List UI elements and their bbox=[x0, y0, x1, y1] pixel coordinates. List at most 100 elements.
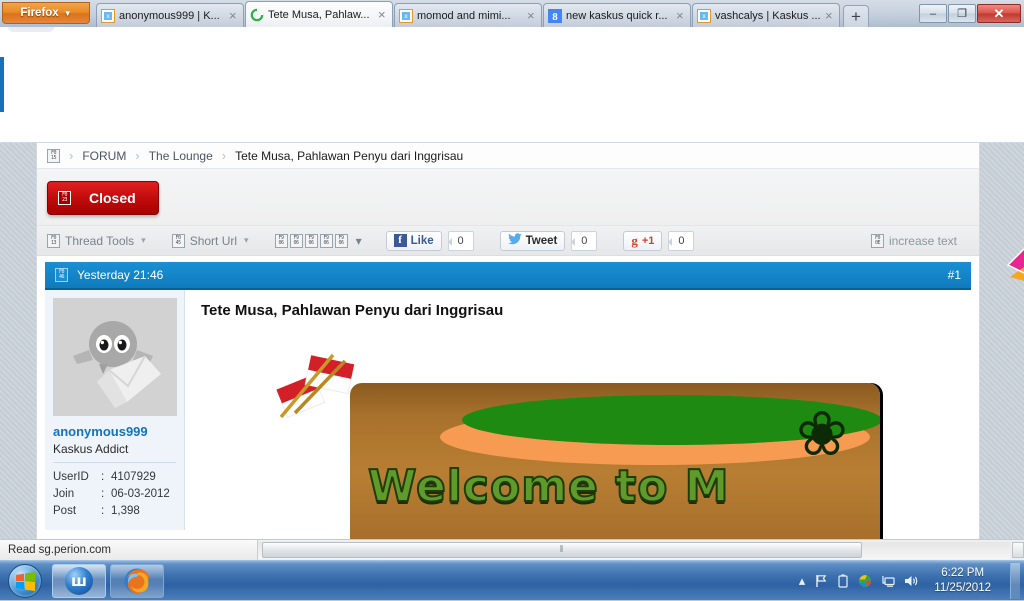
user-stat-userid-key: UserID bbox=[53, 471, 89, 483]
breadcrumb-item-forum[interactable]: FORUM bbox=[82, 149, 126, 163]
user-stat-post-key: Post bbox=[53, 505, 77, 517]
thread-tools-button[interactable]: F0 13 Thread Tools ▾ bbox=[47, 233, 146, 248]
loading-spinner-icon bbox=[250, 8, 264, 22]
closed-button[interactable]: F0 23 Closed bbox=[47, 181, 159, 215]
star-icon[interactable]: F9 06 bbox=[334, 233, 348, 248]
close-icon[interactable]: × bbox=[527, 9, 537, 22]
browser-tab-1[interactable]: Tete Musa, Pahlaw... × bbox=[245, 1, 393, 27]
close-icon[interactable]: × bbox=[378, 8, 388, 21]
thread-tools-label: Thread Tools bbox=[65, 233, 135, 248]
twitter-tweet-button[interactable]: Tweet bbox=[499, 230, 566, 251]
star-icon[interactable]: F9 06 bbox=[274, 233, 288, 248]
svg-text:x: x bbox=[106, 13, 110, 20]
network-icon[interactable] bbox=[881, 574, 895, 588]
post-number[interactable]: #1 bbox=[948, 268, 961, 282]
broken-image-icon: F0 23 bbox=[58, 191, 71, 205]
page-container: F0 15 › FORUM › The Lounge › Tete Musa, P… bbox=[36, 143, 980, 539]
broken-image-icon: F0 46 bbox=[55, 268, 68, 282]
firefox-menu-button[interactable]: Firefox ▼ bbox=[2, 2, 90, 24]
taskbar-clock[interactable]: 6:22 PM 11/25/2012 bbox=[928, 566, 997, 596]
google-plus-one-button[interactable]: g +1 bbox=[623, 230, 663, 251]
scrollbar-resize-grip[interactable] bbox=[1012, 541, 1024, 558]
clock-time: 6:22 PM bbox=[941, 566, 985, 579]
browser-tab-2[interactable]: x momod and mimi... × bbox=[394, 3, 542, 27]
close-button[interactable]: ✕ bbox=[977, 4, 1021, 23]
broken-image-icon: F0 45 bbox=[171, 233, 185, 248]
horizontal-scrollbar[interactable]: ⫴ bbox=[258, 539, 1024, 561]
banner-board: Welcome to M ❀ bbox=[350, 383, 880, 539]
svg-text:8: 8 bbox=[552, 11, 558, 23]
left-edge-blue-strip bbox=[0, 57, 4, 112]
scrollbar-thumb[interactable]: ⫴ bbox=[262, 541, 862, 558]
browser-tab-4-label: vashcalys | Kaskus ... bbox=[715, 9, 821, 22]
svg-text:x: x bbox=[702, 13, 706, 20]
post-body: anonymous999 Kaskus Addict UserID : 4107… bbox=[45, 290, 971, 539]
post-username[interactable]: anonymous999 bbox=[53, 424, 176, 439]
tab-list: x anonymous999 | K... × Tete Musa, Pahla… bbox=[96, 0, 911, 27]
facebook-like-unit: f Like 0 bbox=[385, 230, 474, 251]
page-edge-arrow-icon[interactable] bbox=[1004, 247, 1024, 287]
browser-tab-3-label: new kaskus quick r... bbox=[566, 9, 668, 22]
user-stat-post: Post : 1,398 bbox=[53, 503, 176, 520]
breadcrumb-item-the-lounge[interactable]: The Lounge bbox=[149, 149, 213, 163]
maximize-button[interactable]: ❐ bbox=[948, 4, 976, 23]
close-icon[interactable]: × bbox=[676, 9, 686, 22]
chevron-down-icon[interactable]: ▾ bbox=[356, 234, 362, 248]
closed-button-label: Closed bbox=[89, 190, 136, 206]
taskbar-item-firefox[interactable] bbox=[110, 563, 164, 598]
star-icon[interactable]: F9 06 bbox=[319, 233, 333, 248]
closed-button-row: F0 23 Closed bbox=[37, 179, 979, 225]
battery-icon[interactable] bbox=[837, 573, 849, 588]
google-plus-one-unit: g +1 0 bbox=[623, 230, 695, 251]
star-icon[interactable]: F9 06 bbox=[304, 233, 318, 248]
facebook-like-count: 0 bbox=[447, 230, 474, 251]
status-bar-text: Read sg.perion.com bbox=[0, 539, 258, 561]
close-icon[interactable]: × bbox=[825, 9, 835, 22]
star-icon[interactable]: F9 06 bbox=[289, 233, 303, 248]
broken-image-icon: F0 0E bbox=[870, 233, 884, 248]
clock-date: 11/25/2012 bbox=[934, 581, 991, 594]
user-stat-colon: : bbox=[101, 471, 105, 483]
minimize-button[interactable]: – bbox=[919, 4, 947, 23]
browser-tab-0-label: anonymous999 | K... bbox=[119, 9, 220, 22]
volume-icon[interactable] bbox=[904, 574, 919, 588]
browser-tab-3[interactable]: 8 new kaskus quick r... × bbox=[543, 3, 691, 27]
browser-tab-2-label: momod and mimi... bbox=[417, 9, 511, 22]
post-header: F0 46 Yesterday 21:46 #1 bbox=[45, 262, 971, 290]
facebook-like-label: Like bbox=[410, 234, 434, 247]
status-bar: Read sg.perion.com ⫴ bbox=[0, 539, 1024, 561]
svg-text:x: x bbox=[404, 13, 408, 20]
show-hidden-icons-button[interactable]: ▴ bbox=[799, 573, 806, 589]
browser-tab-4[interactable]: x vashcalys | Kaskus ... × bbox=[692, 3, 840, 27]
show-desktop-button[interactable] bbox=[1010, 562, 1020, 599]
chevron-down-icon: ▼ bbox=[63, 8, 72, 18]
action-center-flag-icon[interactable] bbox=[814, 574, 828, 588]
post-user-stats: UserID : 4107929 Join : 06-03-2012 Post … bbox=[53, 469, 176, 520]
breadcrumb-item-current: Tete Musa, Pahlawan Penyu dari Inggrisau bbox=[235, 148, 464, 163]
browser-tab-1-label: Tete Musa, Pahlaw... bbox=[268, 8, 370, 21]
increase-text-label: increase text bbox=[888, 233, 957, 248]
broken-image-icon: F0 15 bbox=[47, 148, 60, 163]
increase-text-button[interactable]: F0 0E increase text bbox=[870, 233, 957, 248]
broken-image-icon: x bbox=[697, 8, 711, 23]
breadcrumb-separator: › bbox=[135, 148, 140, 163]
short-url-button[interactable]: F0 45 Short Url ▾ bbox=[171, 233, 249, 248]
facebook-like-button[interactable]: f Like bbox=[385, 230, 442, 251]
navigation-toolbar-blank-area bbox=[0, 27, 1024, 143]
thread-toolbar-area: F0 23 Closed F0 13 Thread Tools ▾ F0 45 Sho… bbox=[37, 169, 979, 256]
google-icon: 8 bbox=[548, 8, 562, 23]
firefox-menu-label: Firefox bbox=[20, 7, 59, 19]
taskbar-item-w-app[interactable]: ш bbox=[52, 563, 106, 598]
post-title: Tete Musa, Pahlawan Penyu dari Inggrisau bbox=[201, 302, 504, 319]
thread-rating-stars[interactable]: F9 06 F9 06 F9 06 F9 06 F9 06 bbox=[274, 233, 348, 248]
update-globe-icon[interactable] bbox=[858, 574, 872, 588]
new-tab-button[interactable]: + bbox=[843, 5, 869, 27]
firefox-icon bbox=[123, 567, 151, 595]
browser-tab-0[interactable]: x anonymous999 | K... × bbox=[96, 3, 244, 27]
start-button[interactable] bbox=[2, 563, 48, 599]
page-viewport: F0 15 › FORUM › The Lounge › Tete Musa, P… bbox=[0, 143, 1024, 539]
short-url-label: Short Url bbox=[189, 233, 238, 248]
user-stat-join-value: 06-03-2012 bbox=[111, 488, 170, 500]
avatar[interactable] bbox=[53, 298, 177, 416]
close-icon[interactable]: × bbox=[229, 9, 239, 22]
